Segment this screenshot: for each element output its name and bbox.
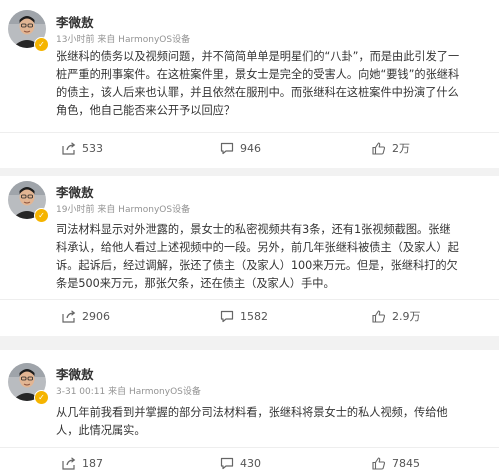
username[interactable]: 李微敖 — [56, 12, 94, 31]
share-icon — [62, 309, 76, 323]
post-text-line: 人，此情况属实。 — [56, 424, 146, 437]
share-count: 187 — [82, 456, 103, 470]
post-meta: 13小时前 来自 HarmonyOS设备 — [56, 35, 191, 45]
verified-badge-icon: ✓ — [34, 390, 49, 405]
comment-button[interactable]: 946 — [220, 134, 261, 162]
post-text-line: 诉。起诉后，经过调解，张还了债主（及家人）100来万元。但是，张继科打的欠 — [56, 259, 458, 272]
post-meta: 19小时前 来自 HarmonyOS设备 — [56, 205, 191, 215]
share-count: 533 — [82, 141, 103, 155]
thumbs-up-icon — [372, 141, 386, 155]
action-bar: 187 430 7845 — [0, 449, 499, 475]
post-text-line: 条是500来万元，那张欠条，还在债主（及家人）手中。 — [56, 277, 335, 290]
post-card: ✓ 李微敖 19小时前 来自 HarmonyOS设备 司法材料显示对外泄露的，景… — [0, 176, 499, 336]
post-text-line: 张继科的债务以及视频问题，并不简简单单是明星们的“八卦”，而是由此引发了一 — [56, 50, 460, 63]
share-button[interactable]: 187 — [62, 449, 103, 475]
verified-badge-icon: ✓ — [34, 37, 49, 52]
post-text: 司法材料显示对外泄露的，景女士的私密视频共有3条，还有1张视频截图。张继 科承认… — [56, 221, 494, 293]
post-text-line: 司法材料显示对外泄露的，景女士的私密视频共有3条，还有1张视频截图。张继 — [56, 223, 451, 236]
comment-icon — [220, 457, 234, 470]
comment-icon — [220, 142, 234, 155]
post-text-line: 科承认，给他人看过上述视频中的一段。另外，前几年张继科被债主（及家人）起 — [56, 241, 459, 254]
action-bar: 533 946 2万 — [0, 134, 499, 162]
action-bar: 2906 1582 2.9万 — [0, 302, 499, 330]
share-button[interactable]: 2906 — [62, 302, 110, 330]
like-button[interactable]: 2.9万 — [372, 302, 421, 330]
divider — [0, 447, 499, 448]
comment-count: 430 — [240, 456, 261, 470]
verified-badge-icon: ✓ — [34, 208, 49, 223]
like-count: 7845 — [392, 456, 420, 470]
username[interactable]: 李微敖 — [56, 182, 94, 201]
divider — [0, 132, 499, 133]
post-text: 从几年前我看到并掌握的部分司法材料看，张继科将景女士的私人视频，传给他 人，此情… — [56, 404, 494, 440]
post-card: ✓ 李微敖 3-31 00:11 来自 HarmonyOS设备 从几年前我看到并… — [0, 350, 499, 475]
weibo-feed: ✓ 李微敖 13小时前 来自 HarmonyOS设备 张继科的债务以及视频问题，… — [0, 0, 499, 475]
comment-button[interactable]: 1582 — [220, 302, 268, 330]
post-text-line: 的债主，该人后来也认罪，并且依然在服刑中。而张继科在这桩案件中扮演了什么 — [56, 86, 459, 99]
comment-count: 1582 — [240, 309, 268, 323]
post-card: ✓ 李微敖 13小时前 来自 HarmonyOS设备 张继科的债务以及视频问题，… — [0, 0, 499, 168]
share-icon — [62, 456, 76, 470]
post-text-line: 从几年前我看到并掌握的部分司法材料看，张继科将景女士的私人视频，传给他 — [56, 406, 448, 419]
username[interactable]: 李微敖 — [56, 364, 94, 383]
comment-count: 946 — [240, 141, 261, 155]
thumbs-up-icon — [372, 456, 386, 470]
post-text-line: 桩严重的刑事案件。在这桩案件里，景女士是完全的受害人。向她“要钱”的张继科 — [56, 68, 460, 81]
post-text: 张继科的债务以及视频问题，并不简简单单是明星们的“八卦”，而是由此引发了一 桩严… — [56, 48, 494, 120]
thumbs-up-icon — [372, 309, 386, 323]
divider — [0, 299, 499, 300]
like-count: 2.9万 — [392, 310, 421, 323]
share-button[interactable]: 533 — [62, 134, 103, 162]
like-button[interactable]: 7845 — [372, 449, 420, 475]
like-count: 2万 — [392, 142, 410, 155]
comment-icon — [220, 310, 234, 323]
comment-button[interactable]: 430 — [220, 449, 261, 475]
share-count: 2906 — [82, 309, 110, 323]
like-button[interactable]: 2万 — [372, 134, 410, 162]
post-meta: 3-31 00:11 来自 HarmonyOS设备 — [56, 387, 201, 397]
share-icon — [62, 141, 76, 155]
post-text-line: 角色，他自己能否来公开予以回应？ — [56, 104, 236, 117]
